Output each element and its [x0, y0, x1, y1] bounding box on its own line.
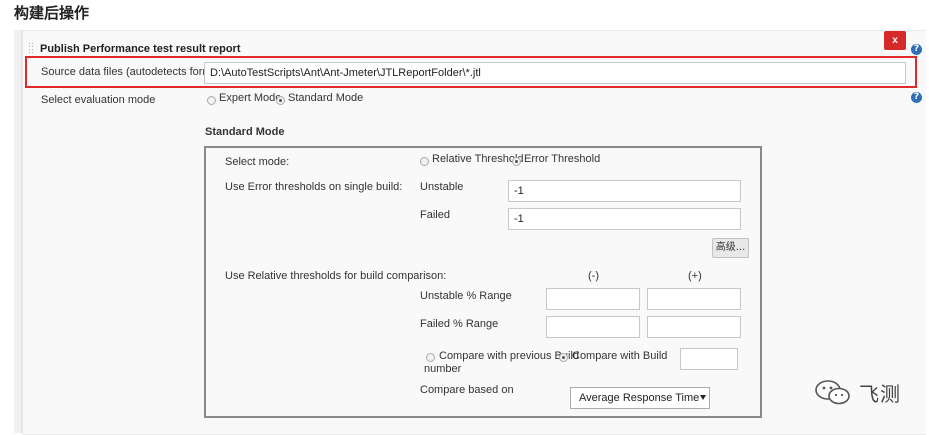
advanced-button[interactable]: 高级...	[712, 238, 749, 258]
relative-threshold-radio[interactable]	[420, 157, 429, 166]
evaluation-mode-label: Select evaluation mode	[41, 94, 156, 106]
unstable-range-plus-input[interactable]	[647, 288, 741, 310]
watermark-text: 飞测	[859, 382, 901, 406]
minus-column-header: (-)	[588, 270, 599, 282]
error-thresholds-label: Use Error thresholds on single build:	[225, 181, 403, 193]
section-title: 构建后操作	[14, 4, 90, 22]
relative-threshold-label: Relative Threshold	[432, 153, 524, 165]
panel-left-bar	[14, 30, 22, 433]
standard-mode-heading: Standard Mode	[205, 126, 285, 138]
compare-build-radio[interactable]	[559, 353, 568, 362]
compare-previous-radio[interactable]	[426, 353, 435, 362]
unstable-range-label: Unstable % Range	[420, 290, 512, 302]
source-data-input[interactable]: D:\AutoTestScripts\Ant\Ant-Jmeter\JTLRep…	[204, 62, 906, 84]
standard-mode-label: Standard Mode	[288, 92, 364, 104]
help-icon[interactable]: ?	[911, 44, 922, 55]
failed-range-label: Failed % Range	[420, 318, 499, 330]
panel-title: Publish Performance test result report	[40, 43, 241, 55]
plus-column-header: (+)	[688, 270, 702, 282]
evaluation-help-icon[interactable]: ?	[911, 92, 922, 103]
source-data-label: Source data files (autodetects format):	[41, 66, 228, 78]
compare-build-label-number: number	[424, 363, 462, 375]
expert-mode-radio[interactable]	[207, 96, 216, 105]
unstable-label: Unstable	[420, 181, 464, 193]
select-mode-label: Select mode:	[225, 156, 290, 168]
error-threshold-radio[interactable]	[512, 157, 521, 166]
expert-mode-label: Expert Mode	[219, 92, 282, 104]
drag-handle-icon[interactable]	[28, 42, 35, 53]
compare-based-label: Compare based on	[420, 384, 514, 396]
watermark: 飞测	[813, 372, 903, 412]
compare-previous-label: Compare with previous Build	[439, 350, 580, 362]
compare-based-select[interactable]: Average Response Time	[570, 387, 710, 409]
relative-thresholds-label: Use Relative thresholds for build compar…	[225, 270, 447, 282]
failed-range-plus-input[interactable]	[647, 316, 741, 338]
compare-build-label: Compare with Build	[572, 350, 668, 362]
failed-range-minus-input[interactable]	[546, 316, 640, 338]
wechat-logo-icon	[815, 380, 850, 405]
failed-threshold-input[interactable]: -1	[508, 208, 741, 230]
standard-mode-radio[interactable]	[276, 96, 285, 105]
close-button[interactable]: x	[884, 31, 906, 50]
unstable-range-minus-input[interactable]	[546, 288, 640, 310]
compare-build-number-input[interactable]	[680, 348, 738, 370]
unstable-threshold-input[interactable]: -1	[508, 180, 741, 202]
error-threshold-label: Error Threshold	[524, 153, 601, 165]
failed-label: Failed	[420, 209, 450, 221]
chevron-down-icon	[700, 395, 706, 400]
